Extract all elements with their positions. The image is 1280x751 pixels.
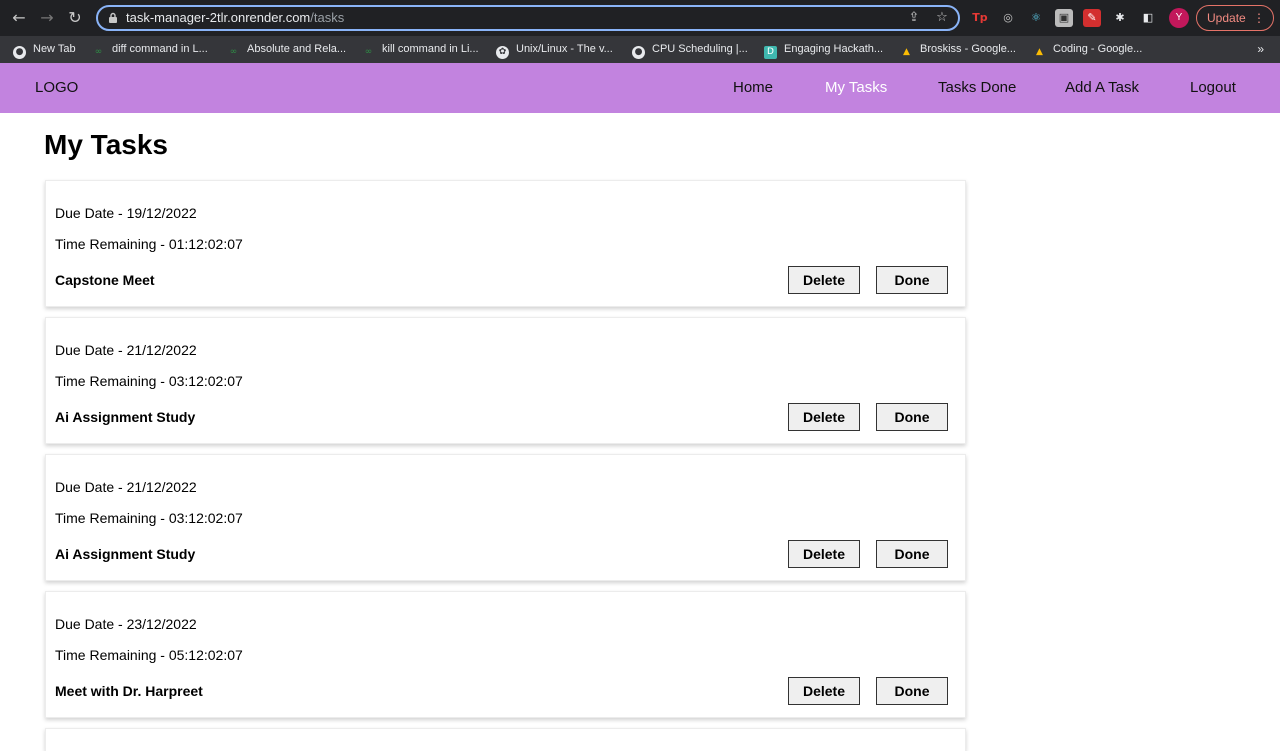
task-time-remaining: Time Remaining - 01:12:02:07 [55,236,243,252]
bookmark-item[interactable]: ∞ Absolute and Rela... [227,40,346,58]
bookmark-item[interactable]: D Engaging Hackath... [764,40,884,59]
extension-tp-icon[interactable]: Tp [971,9,989,27]
lock-icon [109,12,117,23]
nav-my-tasks[interactable]: My Tasks [825,79,887,97]
bookmark-label: Absolute and Rela... [247,43,347,55]
delete-task-button[interactable]: Delete [788,677,860,705]
task-due-date: Due Date - 21/12/2022 [55,479,197,495]
delete-task-button[interactable]: Delete [788,403,860,431]
bookmark-item[interactable]: ● CPU Scheduling |... [632,40,748,59]
delete-task-button[interactable]: Delete [788,540,860,568]
nav-home[interactable]: Home [733,79,773,97]
bookmark-label: diff command in L... [112,43,208,55]
bookmark-item[interactable]: ∞ diff command in L... [92,40,208,58]
task-due-date: Due Date - 19/12/2022 [55,205,197,221]
profile-avatar[interactable]: Y [1169,8,1189,28]
forward-arrow-icon[interactable]: → [37,8,57,28]
bookmarks-bar: ● New Tab ∞ diff command in L... ∞ Absolute… [0,36,1280,63]
delete-task-button[interactable]: Delete [788,266,860,294]
bookmark-label: CPU Scheduling |... [652,43,748,55]
task-card-partial [45,728,966,751]
gfg-icon: ∞ [364,47,373,57]
bookmark-item[interactable]: ∞ kill command in Li... [362,40,479,58]
bookmark-label: kill command in Li... [382,43,479,55]
task-name: Ai Assignment Study [55,546,196,562]
task-name: Capstone Meet [55,272,155,288]
bookmark-label: Coding - Google... [1053,43,1143,55]
globe-icon: ● [13,46,26,59]
extension-image-icon[interactable]: ▣ [1055,9,1073,27]
task-time-remaining: Time Remaining - 03:12:02:07 [55,373,243,389]
done-task-button[interactable]: Done [876,403,948,431]
extension-target-icon[interactable]: ◎ [999,9,1017,27]
bookmarks-overflow-button[interactable]: » [1257,40,1264,58]
task-time-remaining: Time Remaining - 05:12:02:07 [55,647,243,663]
chatgpt-icon: ✿ [496,46,509,59]
bookmark-label: Unix/Linux - The v... [516,43,613,55]
done-task-button[interactable]: Done [876,677,948,705]
react-devtools-icon[interactable]: ⚛ [1027,9,1045,27]
bookmark-label: Engaging Hackath... [784,43,884,55]
extension-red-icon[interactable]: ✎ [1083,9,1101,27]
task-due-date: Due Date - 23/12/2022 [55,616,197,632]
task-card: Due Date - 19/12/2022 Time Remaining - 0… [45,180,966,307]
url-host: task-manager-2tlr.onrender.com [126,10,311,25]
task-due-date: Due Date - 21/12/2022 [55,342,197,358]
sidepanel-icon[interactable]: ◧ [1139,9,1157,27]
devpost-icon: D [764,46,777,59]
nav-add-task[interactable]: Add A Task [1065,79,1139,97]
address-bar[interactable]: task-manager-2tlr.onrender.com/tasks ⇪ ☆ [96,5,960,31]
reload-icon[interactable]: ↻ [65,8,85,28]
bookmark-label: Broskiss - Google... [920,43,1016,55]
bookmark-item[interactable]: ▲ Coding - Google... [1033,40,1142,58]
site-navbar: LOGO Home My Tasks Tasks Done Add A Task… [0,63,1280,113]
nav-logout[interactable]: Logout [1190,79,1236,97]
task-card: Due Date - 21/12/2022 Time Remaining - 0… [45,317,966,444]
globe-icon: ● [632,46,645,59]
task-card: Due Date - 21/12/2022 Time Remaining - 0… [45,454,966,581]
gfg-icon: ∞ [94,47,103,57]
bookmark-item[interactable]: ● New Tab [13,40,76,59]
bookmark-label: New Tab [33,43,76,55]
back-arrow-icon[interactable]: ← [9,8,29,28]
share-icon[interactable]: ⇪ [906,10,922,26]
site-logo[interactable]: LOGO [35,79,78,97]
drive-icon: ▲ [1036,47,1043,57]
task-time-remaining: Time Remaining - 03:12:02:07 [55,510,243,526]
page-title: My Tasks [44,129,168,160]
url-path: /tasks [310,10,345,25]
done-task-button[interactable]: Done [876,540,948,568]
task-name: Meet with Dr. Harpreet [55,683,203,699]
browser-toolbar: ← → ↻ task-manager-2tlr.onrender.com/tas… [0,0,1280,36]
gfg-icon: ∞ [229,47,238,57]
task-name: Ai Assignment Study [55,409,196,425]
bookmark-item[interactable]: ▲ Broskiss - Google... [900,40,1016,58]
nav-tasks-done[interactable]: Tasks Done [938,79,1016,97]
drive-icon: ▲ [903,47,910,57]
menu-dots-icon: ⋮ [1253,11,1265,25]
done-task-button[interactable]: Done [876,266,948,294]
url-text: task-manager-2tlr.onrender.com/tasks [126,10,344,26]
task-card: Due Date - 23/12/2022 Time Remaining - 0… [45,591,966,718]
update-label: Update [1207,11,1246,25]
update-button[interactable]: Update ⋮ [1196,5,1274,31]
puzzle-extensions-icon[interactable]: ✱ [1111,9,1129,27]
bookmark-item[interactable]: ✿ Unix/Linux - The v... [496,40,613,59]
bookmark-star-icon[interactable]: ☆ [934,10,950,26]
